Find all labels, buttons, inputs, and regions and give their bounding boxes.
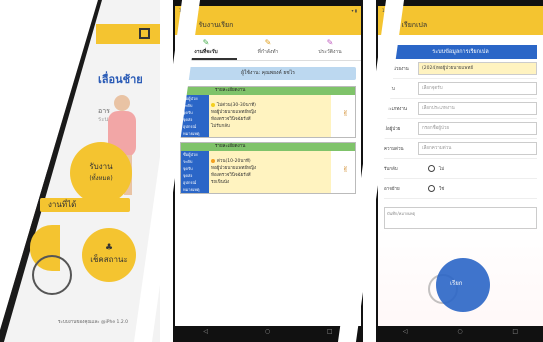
- field-value: [209, 186, 331, 193]
- field-value: หอผู้ป่วยนายแพทย์หญิง: [209, 165, 331, 172]
- field-value: ห้องตรวจวินิจฉัยรังสี: [209, 116, 331, 123]
- move-radio[interactable]: [428, 185, 435, 192]
- field-value: ด่วน(10-20นาที): [209, 158, 331, 165]
- page-title: รับงานเรียก: [198, 20, 234, 29]
- field-label: ชื่อผู้ป่วย: [181, 151, 209, 158]
- check-status-button[interactable]: ♣ เช็คสถานะ: [82, 228, 136, 282]
- receive-job-label: รับงาน: [89, 162, 113, 171]
- footer-text: ระบบงานของคุณและ @iPhe 1.2.0: [58, 320, 128, 325]
- submit-call-button[interactable]: เรียก: [436, 258, 490, 312]
- home-nav-icon[interactable]: ○: [457, 328, 462, 335]
- receive-job-sublabel: (ทั้งหมด): [89, 175, 113, 182]
- call-stretcher-screen: 10:41 ▪ ▪ ← เรียกเปล ระบบข้อมูลการเรียกเ…: [378, 6, 543, 336]
- form-section-header: ระบบข้อมูลการเรียกเปล: [384, 45, 537, 59]
- priority-text: ด่วน(10-20นาที): [217, 159, 251, 164]
- field-value: รถเข็นนั่ง: [209, 179, 331, 186]
- system-nav-bar: ◁ ○ □: [175, 326, 361, 336]
- menu-icon[interactable]: [139, 28, 150, 39]
- job-card[interactable]: รายละเอียดงาน ชื่อผู้ป่วย ระดับ ไม่ด่วน(3…: [180, 86, 356, 138]
- app-bar: ← เรียกเปล: [378, 15, 543, 35]
- tab-label: ประวัติงาน: [318, 49, 342, 55]
- job-list-phone: 10:41 ▪ ▪ ▾ ▮ ← รับงานเรียก ✎ งานที่จะรั…: [173, 0, 363, 342]
- status-icons: ▾ ▮: [351, 8, 357, 13]
- field-label: จุดส่ง: [181, 116, 209, 123]
- field-value: [209, 130, 331, 137]
- app-screens-collage: เลื่อนช้าย อาร ระบบจัดการ รับงาน (ทั้งหม…: [0, 0, 543, 342]
- field-label: รับกลับ: [384, 167, 398, 172]
- card-header: รายละเอียดงาน: [181, 143, 355, 151]
- radio-option-label: ใช่: [439, 187, 445, 192]
- status-bar: 10:41 ▪ ▪ ▾ ▮: [175, 6, 361, 15]
- status-icon: ♣: [104, 243, 114, 253]
- field-label: จุดส่ง: [181, 172, 209, 179]
- launcher-screen: เลื่อนช้าย อาร ระบบจัดการ รับงาน (ทั้งหม…: [0, 0, 160, 342]
- back-nav-icon[interactable]: ◁: [203, 328, 208, 335]
- ongoing-jobs-button[interactable]: งานที่ได้: [40, 198, 130, 212]
- tab-label: ที่กำลังทำ: [257, 49, 279, 55]
- field-label: หมายเหตุ: [181, 130, 209, 137]
- field-value: ไม่รับกลับ: [209, 123, 331, 130]
- field-value: ห้องตรวจวินิจฉัยรังสี: [209, 172, 331, 179]
- user-banner: ผู้ใช้งาน: คุณพยงค์ ยชไร: [180, 67, 356, 80]
- card-header: รายละเอียดงาน: [181, 87, 355, 95]
- job-list-screen: 10:41 ▪ ▪ ▾ ▮ ← รับงานเรียก ✎ งานที่จะรั…: [175, 6, 361, 336]
- accept-job-icon[interactable]: ✌: [342, 165, 349, 174]
- page-title: เรียกเปล: [401, 20, 428, 29]
- job-type-select[interactable]: เลือกประเภทงาน: [418, 102, 537, 115]
- recents-nav-icon[interactable]: □: [327, 328, 333, 335]
- field-label: ระดับ: [181, 158, 209, 165]
- field-label: จุดรับ: [181, 165, 209, 172]
- field-value: หอผู้ป่วยนายแพทย์หญิง: [209, 109, 331, 116]
- back-nav-icon[interactable]: ◁: [403, 328, 408, 335]
- field-label: หมายเหตุ: [181, 186, 209, 193]
- department-field[interactable]: (2024)หอผู้ป่วยนายแพทย์: [418, 62, 537, 75]
- check-status-label: เช็คสถานะ: [90, 255, 128, 264]
- receive-job-button[interactable]: รับงาน (ทั้งหมด): [70, 142, 132, 204]
- call-stretcher-phone: 10:41 ▪ ▪ ← เรียกเปล ระบบข้อมูลการเรียกเ…: [376, 0, 543, 342]
- system-nav-bar: ◁ ○ □: [378, 326, 543, 336]
- home-nav-icon[interactable]: ○: [265, 328, 270, 335]
- submit-label: เรียก: [450, 280, 463, 287]
- field-value: [209, 151, 331, 158]
- tab-label: งานที่จะรับ: [194, 49, 218, 55]
- wheelchair-icon: [32, 255, 72, 295]
- priority-dot: [211, 102, 215, 107]
- priority-text: ไม่ด่วน(30-30นาที): [217, 103, 256, 108]
- field-value: ไม่ด่วน(30-30นาที): [209, 102, 331, 109]
- launcher-header: [96, 24, 160, 44]
- accept-job-icon[interactable]: ✌: [342, 109, 349, 118]
- pickup-point-select[interactable]: เลือกจุดรับ: [418, 82, 537, 95]
- field-label: จุดรับ: [181, 109, 209, 116]
- field-label: อุปกรณ์: [181, 179, 209, 186]
- job-tabs: ✎ งานที่จะรับ ✎ ที่กำลังทำ ✎ ประวัติงาน: [175, 35, 361, 61]
- tab-in-progress[interactable]: ✎ ที่กำลังทำ: [237, 35, 299, 60]
- clipboard-icon: ✎: [326, 38, 334, 47]
- clipboard-icon: ✎: [264, 38, 272, 47]
- field-label: อุปกรณ์: [181, 123, 209, 130]
- job-card[interactable]: รายละเอียดงาน ชื่อผู้ป่วย ระดับ ด่วน(10-2…: [180, 142, 356, 194]
- field-label: อาจย้าย: [384, 187, 400, 192]
- app-bar: ← รับงานเรียก: [175, 15, 361, 35]
- recents-nav-icon[interactable]: □: [512, 328, 518, 335]
- priority-dot: [211, 158, 215, 163]
- field-label: ความด่วน: [384, 147, 404, 152]
- tab-history[interactable]: ✎ ประวัติงาน: [299, 35, 361, 60]
- urgency-select[interactable]: เลือกความด่วน: [418, 142, 537, 155]
- field-label: ชื่อผู้ป่วย: [384, 127, 401, 132]
- app-title: เลื่อนช้าย: [98, 73, 143, 86]
- patient-name-field[interactable]: กรอกชื่อผู้ป่วย: [418, 122, 537, 135]
- return-radio[interactable]: [428, 165, 435, 172]
- radio-option-label: ไม่: [439, 167, 445, 172]
- field-value: [209, 95, 331, 102]
